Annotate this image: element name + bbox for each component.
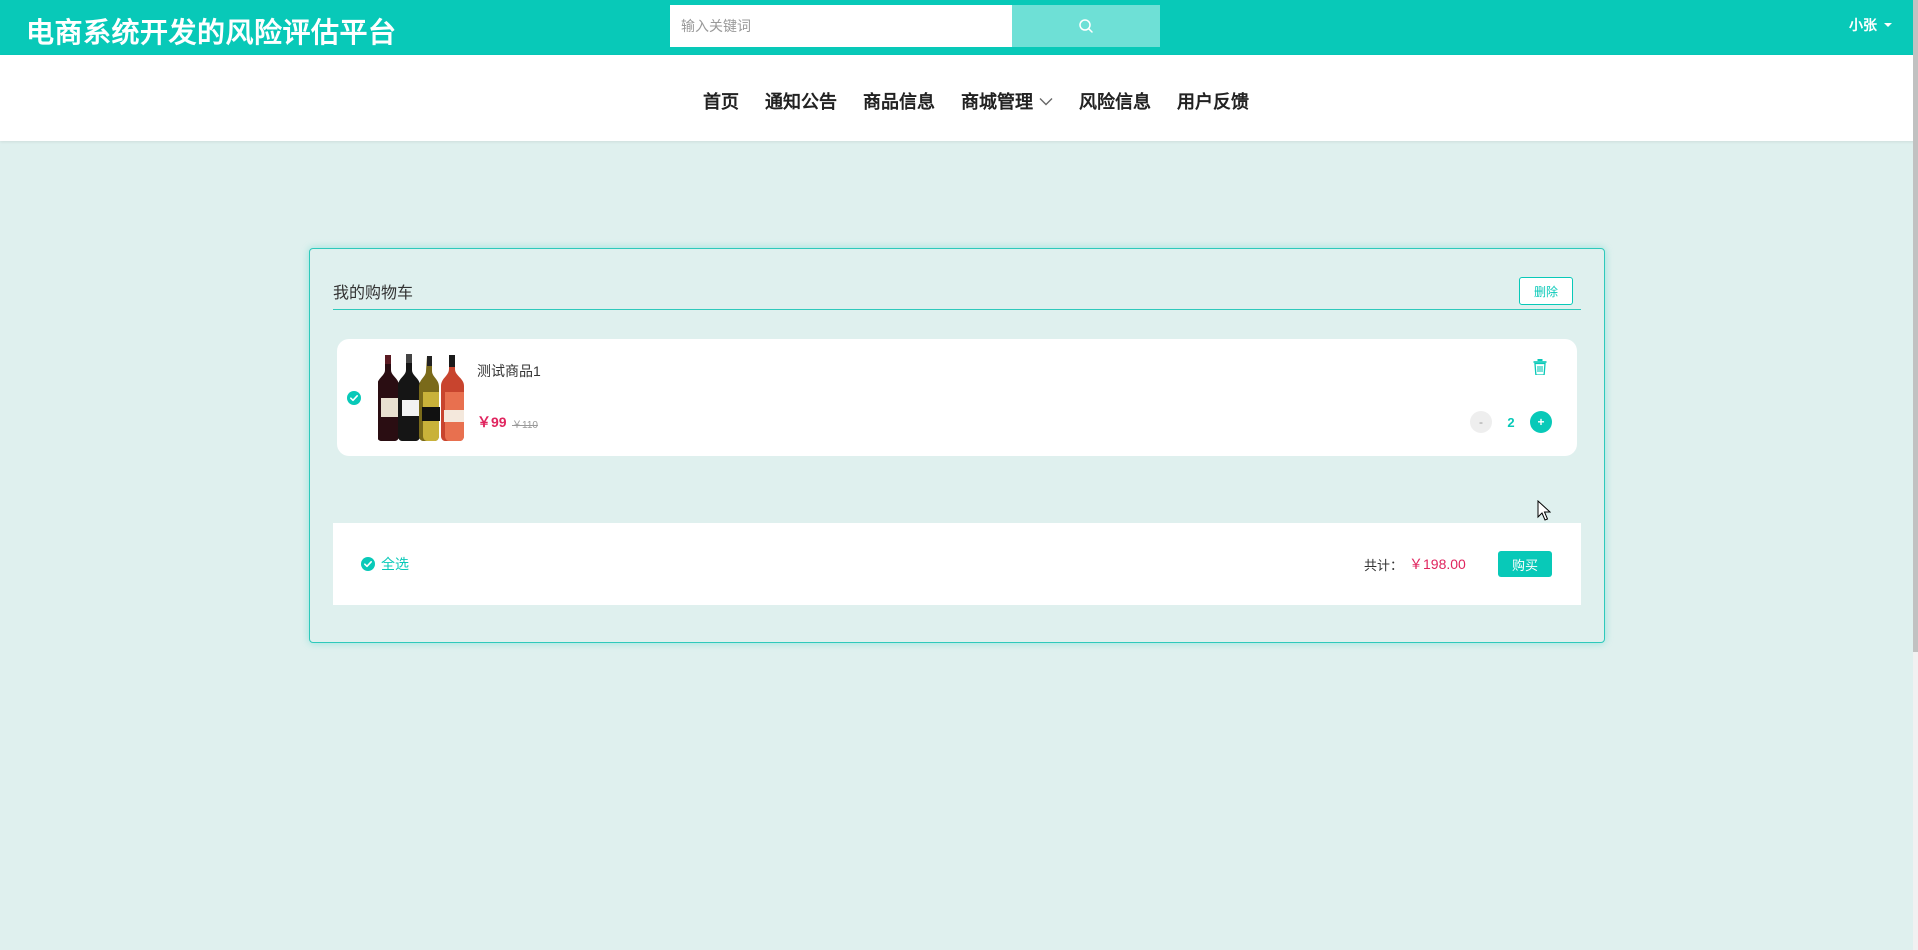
quantity-stepper: - 2 + bbox=[1470, 411, 1552, 433]
site-title: 电商系统开发的风险评估平台 bbox=[26, 17, 397, 48]
cart-title: 我的购物车 bbox=[333, 285, 414, 302]
item-original-price: ￥110 bbox=[512, 420, 538, 431]
buy-button[interactable]: 购买 bbox=[1498, 551, 1552, 577]
nav-item-label: 商城管理 bbox=[961, 92, 1033, 112]
quantity-value: 2 bbox=[1507, 414, 1515, 430]
total-label: 共计： bbox=[1364, 558, 1404, 573]
nav-item-mall-management[interactable]: 商城管理 bbox=[961, 88, 1053, 114]
nav-item-label: 通知公告 bbox=[765, 92, 837, 112]
nav-item-label: 商品信息 bbox=[863, 92, 935, 112]
search-input[interactable] bbox=[670, 5, 1012, 47]
nav-item-label: 首页 bbox=[703, 92, 739, 112]
chevron-down-icon bbox=[1039, 97, 1053, 105]
top-bar: 电商系统开发的风险评估平台 小张 bbox=[0, 0, 1918, 55]
select-all-label: 全选 bbox=[381, 556, 409, 572]
delete-button[interactable]: 删除 bbox=[1519, 277, 1573, 305]
user-menu[interactable]: 小张 bbox=[1849, 15, 1892, 35]
check-icon bbox=[349, 395, 358, 402]
remove-item-button[interactable] bbox=[1533, 359, 1547, 380]
mouse-cursor-icon bbox=[1537, 500, 1551, 521]
main-nav: 首页 通知公告 商品信息 商城管理 风险信息 用户反馈 bbox=[0, 55, 1918, 141]
user-name: 小张 bbox=[1849, 17, 1877, 33]
cart-footer: 全选 共计： ￥198.00 购买 bbox=[333, 523, 1581, 605]
quantity-plus-button[interactable]: + bbox=[1530, 411, 1552, 433]
nav-list: 首页 通知公告 商品信息 商城管理 风险信息 用户反馈 bbox=[703, 88, 1249, 114]
search-button[interactable] bbox=[1012, 5, 1160, 47]
nav-item-label: 风险信息 bbox=[1079, 92, 1151, 112]
item-price: ￥99 bbox=[477, 414, 507, 430]
nav-item-risk-info[interactable]: 风险信息 bbox=[1079, 88, 1151, 114]
select-all-check-icon bbox=[361, 557, 375, 571]
nav-item-notices[interactable]: 通知公告 bbox=[765, 88, 837, 114]
item-checkbox[interactable] bbox=[347, 391, 361, 405]
trash-icon bbox=[1533, 359, 1547, 376]
product-image bbox=[378, 352, 468, 442]
nav-item-products[interactable]: 商品信息 bbox=[863, 88, 935, 114]
cart-item: 测试商品1 ￥99 ￥110 - 2 + bbox=[337, 339, 1577, 456]
search-icon bbox=[1079, 19, 1093, 33]
nav-item-feedback[interactable]: 用户反馈 bbox=[1177, 88, 1249, 114]
nav-item-home[interactable]: 首页 bbox=[703, 88, 739, 114]
caret-down-icon bbox=[1884, 23, 1892, 27]
select-all-checkbox[interactable]: 全选 bbox=[361, 554, 409, 574]
cart-header: 我的购物车 删除 bbox=[333, 277, 1581, 310]
item-name[interactable]: 测试商品1 bbox=[477, 361, 541, 381]
nav-item-label: 用户反馈 bbox=[1177, 92, 1249, 112]
cart-panel: 我的购物车 删除 测试商品1 ￥99 ￥110 - 2 + 全选 共计： ￥19… bbox=[309, 248, 1605, 643]
total-value: ￥198.00 bbox=[1409, 556, 1466, 572]
quantity-minus-button[interactable]: - bbox=[1470, 411, 1492, 433]
search-bar bbox=[670, 5, 1160, 47]
scrollbar-thumb[interactable] bbox=[1913, 0, 1918, 652]
